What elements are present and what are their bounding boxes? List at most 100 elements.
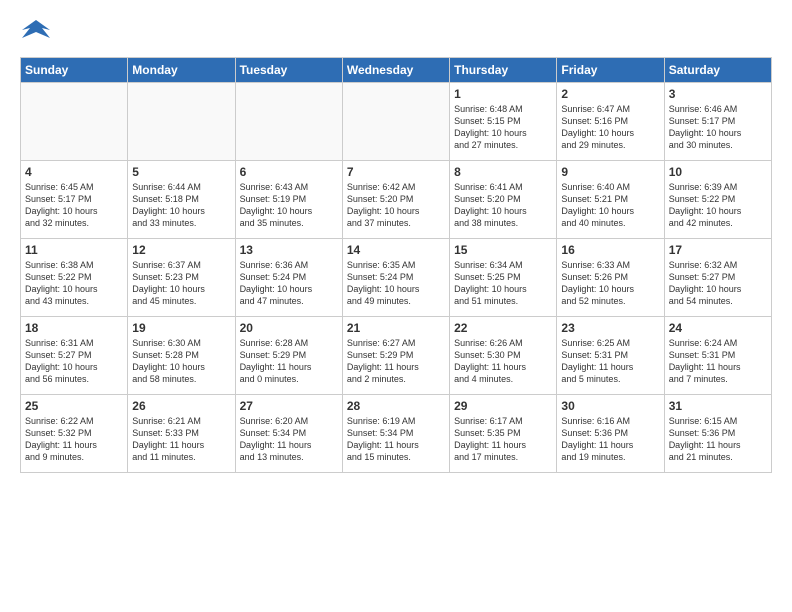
calendar-cell: 29 Sunrise: 6:17 AM Sunset: 5:35 PM Dayli… xyxy=(450,394,557,472)
day-info: Sunrise: 6:28 AM Sunset: 5:29 PM Dayligh… xyxy=(240,337,338,386)
calendar-cell: 20 Sunrise: 6:28 AM Sunset: 5:29 PM Dayli… xyxy=(235,316,342,394)
calendar-cell: 21 Sunrise: 6:27 AM Sunset: 5:29 PM Dayli… xyxy=(342,316,449,394)
calendar-cell xyxy=(342,82,449,160)
day-info: Sunrise: 6:43 AM Sunset: 5:19 PM Dayligh… xyxy=(240,181,338,230)
day-number: 25 xyxy=(25,399,123,413)
day-info: Sunrise: 6:16 AM Sunset: 5:36 PM Dayligh… xyxy=(561,415,659,464)
day-number: 5 xyxy=(132,165,230,179)
calendar-cell: 1 Sunrise: 6:48 AM Sunset: 5:15 PM Daylig… xyxy=(450,82,557,160)
logo xyxy=(20,16,50,49)
calendar-cell xyxy=(21,82,128,160)
day-number: 12 xyxy=(132,243,230,257)
day-info: Sunrise: 6:25 AM Sunset: 5:31 PM Dayligh… xyxy=(561,337,659,386)
day-number: 28 xyxy=(347,399,445,413)
calendar-cell: 19Sunrise: 6:30 AM Sunset: 5:28 PM Dayli… xyxy=(128,316,235,394)
day-number: 27 xyxy=(240,399,338,413)
calendar-cell: 17 Sunrise: 6:32 AM Sunset: 5:27 PM Dayli… xyxy=(664,238,771,316)
day-number: 30 xyxy=(561,399,659,413)
day-number: 15 xyxy=(454,243,552,257)
day-info: Sunrise: 6:21 AM Sunset: 5:33 PM Dayligh… xyxy=(132,415,230,464)
day-info: Sunrise: 6:19 AM Sunset: 5:34 PM Dayligh… xyxy=(347,415,445,464)
day-info: Sunrise: 6:38 AM Sunset: 5:22 PM Dayligh… xyxy=(25,259,123,308)
calendar-cell: 7Sunrise: 6:42 AM Sunset: 5:20 PM Daylig… xyxy=(342,160,449,238)
calendar-cell: 27 Sunrise: 6:20 AM Sunset: 5:34 PM Dayli… xyxy=(235,394,342,472)
day-number: 7 xyxy=(347,165,445,179)
day-number: 24 xyxy=(669,321,767,335)
day-info: Sunrise: 6:17 AM Sunset: 5:35 PM Dayligh… xyxy=(454,415,552,464)
page: SundayMondayTuesdayWednesdayThursdayFrid… xyxy=(0,0,792,612)
day-number: 23 xyxy=(561,321,659,335)
day-number: 20 xyxy=(240,321,338,335)
day-number: 4 xyxy=(25,165,123,179)
day-number: 13 xyxy=(240,243,338,257)
calendar-weekday-tuesday: Tuesday xyxy=(235,57,342,82)
day-number: 22 xyxy=(454,321,552,335)
day-number: 6 xyxy=(240,165,338,179)
day-number: 17 xyxy=(669,243,767,257)
calendar-cell: 28 Sunrise: 6:19 AM Sunset: 5:34 PM Dayli… xyxy=(342,394,449,472)
calendar-weekday-wednesday: Wednesday xyxy=(342,57,449,82)
calendar-cell: 12 Sunrise: 6:37 AM Sunset: 5:23 PM Dayli… xyxy=(128,238,235,316)
day-info: Sunrise: 6:15 AM Sunset: 5:36 PM Dayligh… xyxy=(669,415,767,464)
day-info: Sunrise: 6:24 AM Sunset: 5:31 PM Dayligh… xyxy=(669,337,767,386)
day-info: Sunrise: 6:37 AM Sunset: 5:23 PM Dayligh… xyxy=(132,259,230,308)
calendar-cell xyxy=(128,82,235,160)
calendar-cell: 10 Sunrise: 6:39 AM Sunset: 5:22 PM Dayli… xyxy=(664,160,771,238)
calendar-cell: 13Sunrise: 6:36 AM Sunset: 5:24 PM Dayli… xyxy=(235,238,342,316)
calendar-weekday-monday: Monday xyxy=(128,57,235,82)
calendar-weekday-sunday: Sunday xyxy=(21,57,128,82)
day-info: Sunrise: 6:30 AM Sunset: 5:28 PM Dayligh… xyxy=(132,337,230,386)
calendar-cell: 24 Sunrise: 6:24 AM Sunset: 5:31 PM Dayli… xyxy=(664,316,771,394)
calendar-cell: 26 Sunrise: 6:21 AM Sunset: 5:33 PM Dayli… xyxy=(128,394,235,472)
header xyxy=(20,16,772,49)
calendar-cell: 5 Sunrise: 6:44 AM Sunset: 5:18 PM Daylig… xyxy=(128,160,235,238)
day-number: 16 xyxy=(561,243,659,257)
day-info: Sunrise: 6:33 AM Sunset: 5:26 PM Dayligh… xyxy=(561,259,659,308)
calendar-cell: 16 Sunrise: 6:33 AM Sunset: 5:26 PM Dayli… xyxy=(557,238,664,316)
calendar-weekday-thursday: Thursday xyxy=(450,57,557,82)
calendar-cell: 25Sunrise: 6:22 AM Sunset: 5:32 PM Dayli… xyxy=(21,394,128,472)
day-info: Sunrise: 6:20 AM Sunset: 5:34 PM Dayligh… xyxy=(240,415,338,464)
day-info: Sunrise: 6:45 AM Sunset: 5:17 PM Dayligh… xyxy=(25,181,123,230)
day-info: Sunrise: 6:26 AM Sunset: 5:30 PM Dayligh… xyxy=(454,337,552,386)
day-info: Sunrise: 6:27 AM Sunset: 5:29 PM Dayligh… xyxy=(347,337,445,386)
calendar-week-2: 4 Sunrise: 6:45 AM Sunset: 5:17 PM Daylig… xyxy=(21,160,772,238)
day-number: 2 xyxy=(561,87,659,101)
day-info: Sunrise: 6:31 AM Sunset: 5:27 PM Dayligh… xyxy=(25,337,123,386)
day-number: 14 xyxy=(347,243,445,257)
calendar-cell: 14Sunrise: 6:35 AM Sunset: 5:24 PM Dayli… xyxy=(342,238,449,316)
day-number: 26 xyxy=(132,399,230,413)
day-number: 1 xyxy=(454,87,552,101)
day-number: 11 xyxy=(25,243,123,257)
calendar-cell: 18 Sunrise: 6:31 AM Sunset: 5:27 PM Dayli… xyxy=(21,316,128,394)
calendar-cell: 4 Sunrise: 6:45 AM Sunset: 5:17 PM Daylig… xyxy=(21,160,128,238)
calendar-cell xyxy=(235,82,342,160)
day-info: Sunrise: 6:44 AM Sunset: 5:18 PM Dayligh… xyxy=(132,181,230,230)
day-info: Sunrise: 6:39 AM Sunset: 5:22 PM Dayligh… xyxy=(669,181,767,230)
calendar-header-row: SundayMondayTuesdayWednesdayThursdayFrid… xyxy=(21,57,772,82)
calendar-cell: 15 Sunrise: 6:34 AM Sunset: 5:25 PM Dayli… xyxy=(450,238,557,316)
calendar-cell: 23 Sunrise: 6:25 AM Sunset: 5:31 PM Dayli… xyxy=(557,316,664,394)
day-number: 10 xyxy=(669,165,767,179)
calendar-cell: 8 Sunrise: 6:41 AM Sunset: 5:20 PM Daylig… xyxy=(450,160,557,238)
calendar-week-4: 18 Sunrise: 6:31 AM Sunset: 5:27 PM Dayli… xyxy=(21,316,772,394)
calendar-cell: 30 Sunrise: 6:16 AM Sunset: 5:36 PM Dayli… xyxy=(557,394,664,472)
day-number: 8 xyxy=(454,165,552,179)
day-info: Sunrise: 6:32 AM Sunset: 5:27 PM Dayligh… xyxy=(669,259,767,308)
day-info: Sunrise: 6:48 AM Sunset: 5:15 PM Dayligh… xyxy=(454,103,552,152)
day-info: Sunrise: 6:40 AM Sunset: 5:21 PM Dayligh… xyxy=(561,181,659,230)
day-info: Sunrise: 6:41 AM Sunset: 5:20 PM Dayligh… xyxy=(454,181,552,230)
calendar-weekday-saturday: Saturday xyxy=(664,57,771,82)
calendar-cell: 2Sunrise: 6:47 AM Sunset: 5:16 PM Daylig… xyxy=(557,82,664,160)
calendar-cell: 22 Sunrise: 6:26 AM Sunset: 5:30 PM Dayli… xyxy=(450,316,557,394)
day-info: Sunrise: 6:34 AM Sunset: 5:25 PM Dayligh… xyxy=(454,259,552,308)
calendar-table: SundayMondayTuesdayWednesdayThursdayFrid… xyxy=(20,57,772,473)
day-number: 9 xyxy=(561,165,659,179)
day-number: 3 xyxy=(669,87,767,101)
calendar-week-1: 1 Sunrise: 6:48 AM Sunset: 5:15 PM Daylig… xyxy=(21,82,772,160)
day-number: 31 xyxy=(669,399,767,413)
day-number: 18 xyxy=(25,321,123,335)
calendar-weekday-friday: Friday xyxy=(557,57,664,82)
day-number: 21 xyxy=(347,321,445,335)
day-number: 29 xyxy=(454,399,552,413)
